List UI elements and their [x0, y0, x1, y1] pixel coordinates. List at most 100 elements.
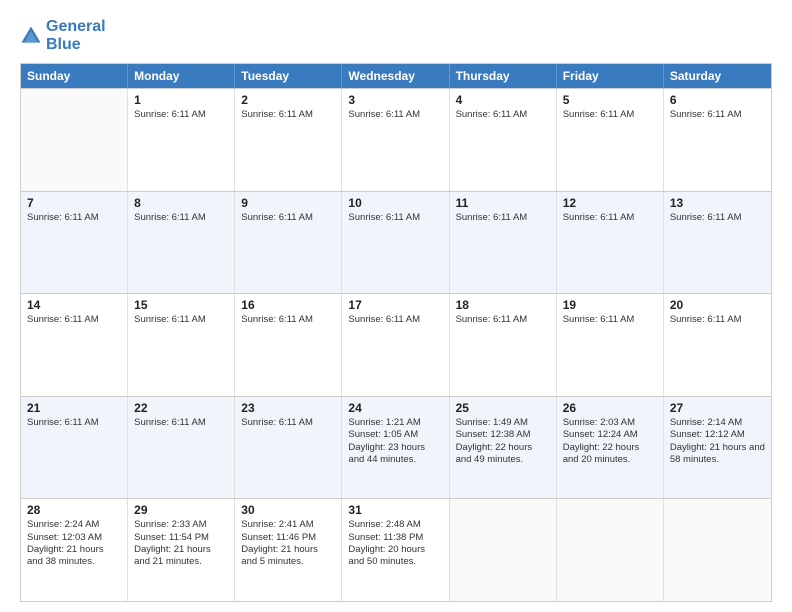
- day-info: Sunrise: 6:11 AM: [348, 109, 442, 121]
- calendar-row: 28Sunrise: 2:24 AM Sunset: 12:03 AM Dayl…: [21, 498, 771, 601]
- day-info: Sunrise: 6:11 AM: [134, 314, 228, 326]
- day-info: Sunrise: 6:11 AM: [27, 417, 121, 429]
- table-row: 9Sunrise: 6:11 AM: [235, 192, 342, 294]
- table-row: 23 Sunrise: 6:11 AM: [235, 397, 342, 499]
- table-row: 25Sunrise: 1:49 AM Sunset: 12:38 AM Dayl…: [450, 397, 557, 499]
- day-number: 4: [456, 93, 550, 107]
- day-info: Sunrise: 6:11 AM: [456, 109, 550, 121]
- day-info: Sunrise: 6:11 AM: [134, 417, 228, 429]
- table-row: 19 Sunrise: 6:11 AM: [557, 294, 664, 396]
- table-row: 16 Sunrise: 6:11 AM: [235, 294, 342, 396]
- logo-icon: [20, 25, 42, 47]
- day-number: 11: [456, 196, 550, 210]
- header-saturday: Saturday: [664, 64, 771, 88]
- day-number: 22: [134, 401, 228, 415]
- day-info: Sunrise: 6:11 AM: [456, 212, 550, 224]
- day-number: 13: [670, 196, 765, 210]
- day-info: Sunrise: 6:11 AM: [670, 314, 765, 326]
- table-row: 22 Sunrise: 6:11 AM: [128, 397, 235, 499]
- day-number: 23: [241, 401, 335, 415]
- calendar-row: 7Sunrise: 6:11 AM8Sunrise: 6:11 AM9Sunri…: [21, 191, 771, 294]
- day-info: Sunrise: 6:11 AM: [563, 212, 657, 224]
- day-info: Sunrise: 2:24 AM Sunset: 12:03 AM Daylig…: [27, 519, 121, 568]
- day-info: Sunrise: 6:11 AM: [134, 109, 228, 121]
- table-row: 2 Sunrise: 6:11 AM: [235, 89, 342, 191]
- day-number: 19: [563, 298, 657, 312]
- table-row: [664, 499, 771, 601]
- calendar-body: 1Sunrise: 6:11 AM 2 Sunrise: 6:11 AM 3 Sunri…: [21, 88, 771, 601]
- day-info: Sunrise: 2:48 AM Sunset: 11:38 PM Daylig…: [348, 519, 442, 568]
- calendar-row: 1Sunrise: 6:11 AM 2 Sunrise: 6:11 AM 3 Sunri…: [21, 88, 771, 191]
- day-number: 14: [27, 298, 121, 312]
- table-row: 20Sunrise: 6:11 AM: [664, 294, 771, 396]
- table-row: 17 Sunrise: 6:11 AM: [342, 294, 449, 396]
- day-number: 29: [134, 503, 228, 517]
- table-row: [21, 89, 128, 191]
- day-number: 18: [456, 298, 550, 312]
- day-info: Sunrise: 6:11 AM: [27, 212, 121, 224]
- day-number: 8: [134, 196, 228, 210]
- day-number: 16: [241, 298, 335, 312]
- day-info: Sunrise: 6:11 AM: [27, 314, 121, 326]
- header-thursday: Thursday: [450, 64, 557, 88]
- day-info: Sunrise: 6:11 AM: [241, 417, 335, 429]
- table-row: 12 Sunrise: 6:11 AM: [557, 192, 664, 294]
- day-number: 7: [27, 196, 121, 210]
- table-row: 24 Sunrise: 1:21 AM Sunset: 1:05 AM Dayli…: [342, 397, 449, 499]
- table-row: 11 Sunrise: 6:11 AM: [450, 192, 557, 294]
- day-info: Sunrise: 6:11 AM: [563, 109, 657, 121]
- page: General Blue Sunday Monday Tuesday Wedne…: [0, 0, 792, 612]
- day-number: 5: [563, 93, 657, 107]
- day-info: Sunrise: 6:11 AM: [241, 109, 335, 121]
- table-row: 21 Sunrise: 6:11 AM: [21, 397, 128, 499]
- table-row: [450, 499, 557, 601]
- day-info: Sunrise: 6:11 AM: [670, 109, 765, 121]
- table-row: 26 Sunrise: 2:03 AM Sunset: 12:24 AM Dayl…: [557, 397, 664, 499]
- calendar-header: Sunday Monday Tuesday Wednesday Thursday…: [21, 64, 771, 88]
- header-monday: Monday: [128, 64, 235, 88]
- day-info: Sunrise: 6:11 AM: [456, 314, 550, 326]
- table-row: 30Sunrise: 2:41 AM Sunset: 11:46 PM Dayl…: [235, 499, 342, 601]
- day-info: Sunrise: 6:11 AM: [348, 314, 442, 326]
- table-row: 5 Sunrise: 6:11 AM: [557, 89, 664, 191]
- day-number: 15: [134, 298, 228, 312]
- table-row: 15 Sunrise: 6:11 AM: [128, 294, 235, 396]
- day-info: Sunrise: 6:11 AM: [241, 212, 335, 224]
- table-row: 31Sunrise: 2:48 AM Sunset: 11:38 PM Dayl…: [342, 499, 449, 601]
- table-row: 4 Sunrise: 6:11 AM: [450, 89, 557, 191]
- day-info: Sunrise: 6:11 AM: [241, 314, 335, 326]
- table-row: 14 Sunrise: 6:11 AM: [21, 294, 128, 396]
- day-info: Sunrise: 2:33 AM Sunset: 11:54 PM Daylig…: [134, 519, 228, 568]
- day-number: 24: [348, 401, 442, 415]
- day-info: Sunrise: 6:11 AM: [134, 212, 228, 224]
- day-number: 2: [241, 93, 335, 107]
- day-number: 27: [670, 401, 765, 415]
- day-info: Sunrise: 6:11 AM: [563, 314, 657, 326]
- day-number: 12: [563, 196, 657, 210]
- table-row: 28Sunrise: 2:24 AM Sunset: 12:03 AM Dayl…: [21, 499, 128, 601]
- header-wednesday: Wednesday: [342, 64, 449, 88]
- day-number: 26: [563, 401, 657, 415]
- day-number: 6: [670, 93, 765, 107]
- table-row: 6 Sunrise: 6:11 AM: [664, 89, 771, 191]
- calendar: Sunday Monday Tuesday Wednesday Thursday…: [20, 63, 772, 602]
- day-number: 17: [348, 298, 442, 312]
- table-row: 18 Sunrise: 6:11 AM: [450, 294, 557, 396]
- day-number: 21: [27, 401, 121, 415]
- day-info: Sunrise: 2:03 AM Sunset: 12:24 AM Daylig…: [563, 417, 657, 466]
- table-row: 1Sunrise: 6:11 AM: [128, 89, 235, 191]
- header: General Blue: [20, 18, 772, 53]
- day-number: 30: [241, 503, 335, 517]
- day-info: Sunrise: 1:21 AM Sunset: 1:05 AM Dayligh…: [348, 417, 442, 466]
- day-number: 3: [348, 93, 442, 107]
- day-info: Sunrise: 6:11 AM: [670, 212, 765, 224]
- day-number: 10: [348, 196, 442, 210]
- calendar-row: 21 Sunrise: 6:11 AM 22 Sunrise: 6:11 AM 23 Su…: [21, 396, 771, 499]
- table-row: [557, 499, 664, 601]
- header-tuesday: Tuesday: [235, 64, 342, 88]
- table-row: 8 Sunrise: 6:11 AM: [128, 192, 235, 294]
- header-sunday: Sunday: [21, 64, 128, 88]
- day-info: Sunrise: 1:49 AM Sunset: 12:38 AM Daylig…: [456, 417, 550, 466]
- calendar-row: 14 Sunrise: 6:11 AM 15 Sunrise: 6:11 AM 16 Su…: [21, 293, 771, 396]
- table-row: 10Sunrise: 6:11 AM: [342, 192, 449, 294]
